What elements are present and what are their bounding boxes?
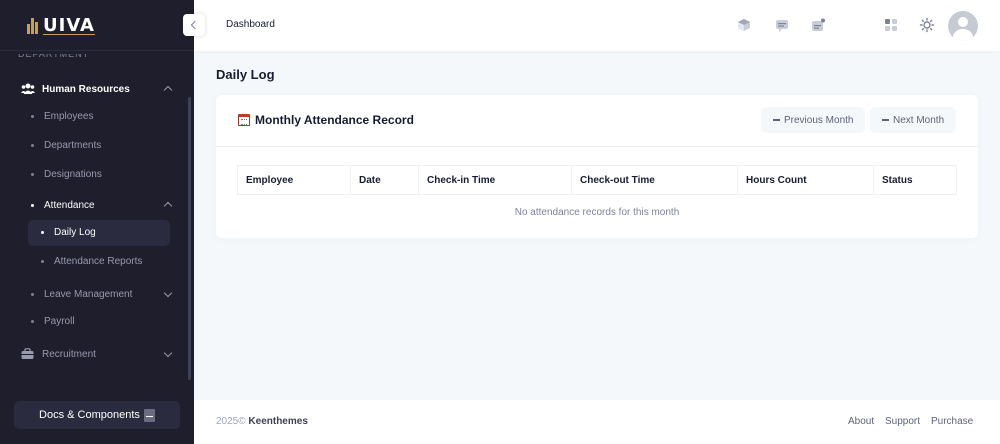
- bullet-icon: [31, 203, 34, 207]
- docs-button-label: Docs & Components: [39, 409, 140, 421]
- sidebar-item-human-resources[interactable]: Human Resources: [21, 82, 194, 96]
- sidebar-divider: [0, 50, 194, 51]
- footer-link-about[interactable]: About: [848, 416, 874, 427]
- attendance-card: Monthly Attendance Record Previous Month…: [216, 95, 978, 238]
- previous-month-button[interactable]: Previous Month: [761, 107, 866, 133]
- sidebar-item-designations[interactable]: Designations: [31, 169, 102, 180]
- column-header-status[interactable]: Status: [874, 166, 956, 194]
- next-month-button[interactable]: Next Month: [870, 107, 957, 133]
- bullet-icon: [31, 320, 34, 323]
- bullet-icon: [41, 260, 44, 263]
- logo-mark-icon: [27, 16, 41, 34]
- sidebar-item-attendance[interactable]: Attendance: [31, 198, 194, 212]
- bullet-icon: [31, 173, 34, 176]
- attendance-table: Employee Date Check-in Time Check-out Ti…: [237, 165, 957, 218]
- document-icon: [143, 408, 155, 422]
- breadcrumb[interactable]: Dashboard: [226, 19, 275, 30]
- sidebar-item-attendance-reports[interactable]: Attendance Reports: [41, 256, 142, 267]
- next-month-label: Next Month: [893, 114, 945, 126]
- card-title: Monthly Attendance Record: [238, 113, 414, 127]
- sidebar-item-label: Attendance: [44, 199, 95, 211]
- column-header-hours[interactable]: Hours Count: [738, 166, 874, 194]
- footer-year: 2025©: [216, 416, 246, 427]
- column-header-employee[interactable]: Employee: [238, 166, 351, 194]
- theme-sun-icon[interactable]: [919, 17, 935, 33]
- column-header-check-out[interactable]: Check-out Time: [572, 166, 738, 194]
- sidebar-item-label: Daily Log: [54, 227, 96, 238]
- sidebar-item-label: Departments: [44, 140, 102, 151]
- bullet-icon: [31, 115, 34, 118]
- sidebar-item-departments[interactable]: Departments: [31, 140, 101, 151]
- sidebar-item-leave-management[interactable]: Leave Management: [31, 287, 194, 301]
- sidebar-item-label: Payroll: [44, 316, 75, 327]
- avatar-head-shape: [958, 17, 968, 27]
- sidebar-item-label: Recruitment: [42, 348, 96, 360]
- sidebar-section-label: Department: [18, 54, 90, 59]
- sidebar-item-label: Designations: [44, 169, 102, 180]
- footer-copyright: 2025© Keenthemes: [216, 416, 308, 427]
- chevron-up-icon: [163, 201, 173, 211]
- sidebar-item-daily-log[interactable]: Daily Log: [41, 227, 96, 238]
- page-title: Daily Log: [216, 67, 275, 82]
- footer-brand-link[interactable]: Keenthemes: [248, 416, 307, 427]
- footer: 2025© Keenthemes About Support Purchase: [194, 400, 1000, 444]
- top-header: Dashboard: [194, 0, 1000, 51]
- docs-components-button[interactable]: Docs & Components: [14, 401, 180, 429]
- bullet-icon: [31, 144, 34, 147]
- sidebar-collapse-button[interactable]: [183, 14, 205, 36]
- column-header-check-in[interactable]: Check-in Time: [419, 166, 572, 194]
- chevron-down-icon: [163, 288, 173, 298]
- minus-icon: [773, 119, 780, 121]
- column-header-date[interactable]: Date: [351, 166, 419, 194]
- sidebar-item-label: Human Resources: [42, 83, 130, 95]
- cube-icon[interactable]: [736, 17, 752, 33]
- chevron-left-icon: [190, 20, 200, 30]
- sidebar-item-payroll[interactable]: Payroll: [31, 316, 75, 327]
- sidebar-scrollbar[interactable]: [188, 97, 191, 380]
- sidebar-item-label: Employees: [44, 111, 94, 122]
- bullet-icon: [41, 231, 44, 234]
- chevron-down-icon: [163, 348, 173, 358]
- sidebar: UIVA Department Human Resources Employee…: [0, 0, 194, 444]
- card-title-text: Monthly Attendance Record: [255, 113, 414, 127]
- notification-icon[interactable]: [810, 17, 826, 33]
- calendar-icon: [238, 114, 250, 126]
- users-icon: [21, 83, 35, 94]
- user-avatar[interactable]: [948, 11, 978, 41]
- chat-icon[interactable]: [774, 17, 790, 33]
- briefcase-icon: [21, 348, 34, 359]
- table-header-row: Employee Date Check-in Time Check-out Ti…: [237, 165, 957, 195]
- footer-link-support[interactable]: Support: [885, 416, 920, 427]
- footer-link-purchase[interactable]: Purchase: [931, 416, 973, 427]
- minus-icon: [882, 119, 889, 121]
- sidebar-item-label: Attendance Reports: [54, 256, 143, 267]
- apps-icon[interactable]: [883, 17, 899, 33]
- chevron-up-icon: [163, 85, 173, 95]
- sidebar-item-recruitment[interactable]: Recruitment: [21, 347, 194, 361]
- sidebar-item-employees[interactable]: Employees: [31, 111, 93, 122]
- app-logo[interactable]: UIVA: [27, 14, 95, 36]
- card-divider: [216, 146, 978, 147]
- empty-state-message: No attendance records for this month: [514, 207, 680, 218]
- avatar-body-shape: [953, 29, 973, 41]
- bullet-icon: [31, 292, 34, 296]
- logo-text: UIVA: [43, 14, 95, 36]
- previous-month-label: Previous Month: [784, 114, 854, 126]
- sidebar-item-label: Leave Management: [44, 288, 133, 300]
